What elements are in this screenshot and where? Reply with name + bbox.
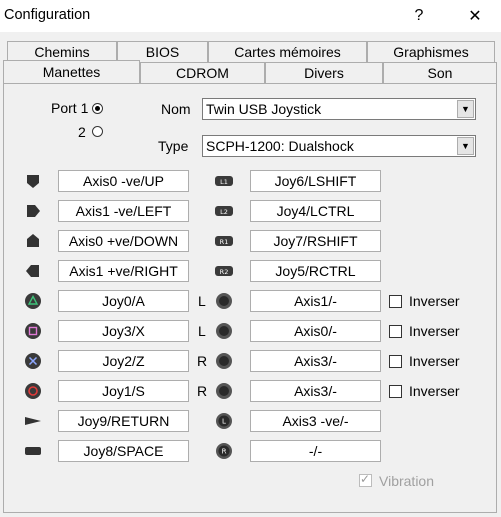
chevron-down-icon[interactable]: ▼ — [457, 137, 474, 155]
r1-button-icon: R1 — [213, 230, 235, 252]
svg-text:R: R — [222, 448, 227, 456]
nom-select[interactable]: Twin USB Joystick ▼ — [202, 98, 476, 120]
tab-divers[interactable]: Divers — [265, 62, 383, 83]
tab-graphismes[interactable]: Graphismes — [367, 41, 495, 62]
dpad-up-icon — [22, 170, 44, 192]
binding-r1[interactable]: Joy7/RSHIFT — [250, 230, 381, 252]
svg-text:L1: L1 — [220, 178, 228, 186]
port2-label: 2 — [78, 124, 86, 140]
invert-label: Inverser — [409, 353, 460, 369]
square-button-icon — [22, 320, 44, 342]
type-label: Type — [158, 138, 189, 154]
window-title: Configuration — [4, 7, 91, 23]
invert-checkbox[interactable] — [389, 385, 402, 398]
invert-label: Inverser — [409, 383, 460, 399]
nom-label: Nom — [161, 101, 191, 117]
binding-l1[interactable]: Joy6/LSHIFT — [250, 170, 381, 192]
triangle-button-icon — [22, 290, 44, 312]
nom-value: Twin USB Joystick — [206, 101, 322, 117]
stick-side-label: R — [197, 353, 208, 369]
tab-label: Graphismes — [393, 44, 469, 60]
binding-left-stick-y[interactable]: Axis1/- — [250, 290, 381, 312]
dpad-left-icon — [22, 200, 44, 222]
help-icon: ? — [414, 7, 424, 24]
invert-label: Inverser — [409, 323, 460, 339]
binding-circle[interactable]: Joy1/S — [58, 380, 189, 402]
invert-checkbox[interactable] — [389, 325, 402, 338]
l1-button-icon: L1 — [213, 170, 235, 192]
invert-checkbox[interactable] — [389, 295, 402, 308]
tab-label: Manettes — [42, 64, 101, 80]
l2-button-icon: L2 — [213, 200, 235, 222]
invert-label: Inverser — [409, 293, 460, 309]
r3-button-icon: R — [213, 440, 235, 462]
binding-select[interactable]: Joy8/SPACE — [58, 440, 189, 462]
binding-triangle[interactable]: Joy0/A — [58, 290, 189, 312]
cross-button-icon — [22, 350, 44, 372]
tab-chemins[interactable]: Chemins — [7, 41, 117, 62]
analog-stick-icon — [213, 290, 235, 312]
tab-son[interactable]: Son — [383, 62, 497, 83]
binding-r3[interactable]: -/- — [250, 440, 381, 462]
binding-left[interactable]: Axis1 -ve/LEFT — [58, 200, 189, 222]
tab-label: CDROM — [176, 65, 229, 81]
tab-bios[interactable]: BIOS — [117, 41, 208, 62]
close-icon: ✕ — [468, 8, 482, 25]
binding-start[interactable]: Joy9/RETURN — [58, 410, 189, 432]
port2-radio[interactable] — [92, 126, 103, 137]
binding-r2[interactable]: Joy5/RCTRL — [250, 260, 381, 282]
binding-down[interactable]: Axis0 +ve/DOWN — [58, 230, 189, 252]
help-button[interactable]: ? — [396, 0, 442, 32]
binding-right[interactable]: Axis1 +ve/RIGHT — [58, 260, 189, 282]
r2-button-icon: R2 — [213, 260, 235, 282]
binding-l3[interactable]: Axis3 -ve/- — [250, 410, 381, 432]
tab-label: Son — [427, 65, 453, 81]
port1-label: Port 1 — [51, 100, 89, 116]
binding-right-stick-x[interactable]: Axis3/- — [250, 380, 381, 402]
binding-square[interactable]: Joy3/X — [58, 320, 189, 342]
vibration-checkbox[interactable] — [359, 472, 372, 487]
tab-manettes[interactable]: Manettes — [3, 60, 140, 83]
chevron-down-icon[interactable]: ▼ — [457, 100, 474, 118]
binding-cross[interactable]: Joy2/Z — [58, 350, 189, 372]
dpad-right-icon — [22, 260, 44, 282]
port1-radio[interactable] — [92, 103, 103, 114]
tab-label: Divers — [304, 65, 344, 81]
analog-stick-icon — [213, 320, 235, 342]
circle-button-icon — [22, 380, 44, 402]
analog-stick-icon — [213, 380, 235, 402]
tab-label: BIOS — [145, 44, 180, 60]
stick-side-label: L — [198, 293, 206, 309]
vibration-label: Vibration — [379, 473, 435, 489]
close-button[interactable]: ✕ — [452, 0, 498, 32]
title-bar: Configuration ? ✕ — [0, 0, 501, 32]
start-button-icon — [22, 410, 44, 432]
type-value: SCPH-1200: Dualshock — [206, 138, 354, 154]
binding-left-stick-x[interactable]: Axis0/- — [250, 320, 381, 342]
svg-text:R2: R2 — [220, 268, 229, 276]
tab-label: Chemins — [34, 44, 90, 60]
binding-l2[interactable]: Joy4/LCTRL — [250, 200, 381, 222]
l3-button-icon: L — [213, 410, 235, 432]
stick-side-label: R — [197, 383, 208, 399]
tab-cdrom[interactable]: CDROM — [140, 62, 265, 83]
svg-text:L: L — [222, 418, 226, 426]
invert-checkbox[interactable] — [389, 355, 402, 368]
binding-right-stick-y[interactable]: Axis3/- — [250, 350, 381, 372]
analog-stick-icon — [213, 350, 235, 372]
tab-label: Cartes mémoires — [234, 44, 341, 60]
select-button-icon — [22, 440, 44, 462]
svg-text:R1: R1 — [220, 238, 229, 246]
binding-up[interactable]: Axis0 -ve/UP — [58, 170, 189, 192]
tab-cartes-memoires[interactable]: Cartes mémoires — [208, 41, 367, 62]
svg-text:L2: L2 — [220, 208, 228, 216]
stick-side-label: L — [198, 323, 206, 339]
type-select[interactable]: SCPH-1200: Dualshock ▼ — [202, 135, 476, 157]
dpad-down-icon — [22, 230, 44, 252]
